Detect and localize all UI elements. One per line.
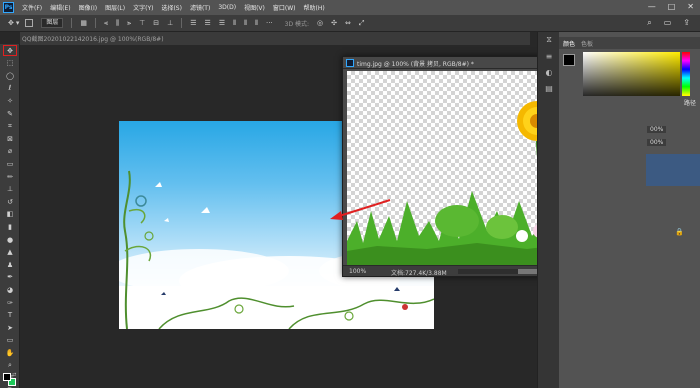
divider [181, 18, 183, 28]
healing-brush-tool-icon[interactable]: ▭ [0, 158, 20, 171]
burn-tool-icon[interactable]: ✒ [0, 271, 20, 284]
menu-type[interactable]: 文字(Y) [133, 3, 153, 12]
magic-wand-tool-icon[interactable]: ✧ [0, 95, 20, 108]
tab-color[interactable]: 颜色 [563, 39, 575, 48]
move-tool-icon[interactable]: ✥ [3, 45, 17, 56]
align-right-icon[interactable]: ⫸ [127, 19, 131, 28]
menu-edit[interactable]: 编辑(E) [50, 3, 70, 12]
pen-tool-icon[interactable]: ✑ [0, 296, 20, 309]
adjustments-panel-icon[interactable]: ◐ [538, 64, 560, 80]
layers-panel-header: 路径 [559, 96, 700, 118]
file-size-info[interactable]: 文档:727.4K/3.88M [391, 268, 447, 277]
transform-controls-icon[interactable]: ▦ [80, 19, 87, 27]
menu-file[interactable]: 文件(F) [22, 3, 42, 12]
menu-window[interactable]: 窗口(W) [273, 3, 296, 12]
rectangle-tool-icon[interactable]: ▭ [0, 334, 20, 347]
zoom-tool-icon[interactable]: ⌕ [0, 359, 20, 372]
gradient-tool-icon[interactable]: ▮ [0, 221, 20, 234]
menu-help[interactable]: 帮助(H) [304, 3, 325, 12]
workspace-icon[interactable]: ▭ [664, 18, 672, 28]
move-icon[interactable]: ✥ [8, 19, 14, 27]
align-middle-icon[interactable]: ⊟ [153, 19, 159, 27]
zoom-level[interactable]: 100% [349, 268, 366, 275]
maximize-button[interactable]: □ [668, 2, 676, 11]
properties-panel-icon[interactable]: ≡ [538, 48, 560, 64]
options-bar: ✥ ▾ 图层 ▦ ⫷ ⫼ ⫸ ⊤ ⊟ ⊥ ☰ ☰ ☰ ⫴ ⫴ ⫴ ··· 3D … [0, 15, 700, 32]
distribute-top-icon[interactable]: ☰ [190, 19, 196, 27]
artboard-tool-icon[interactable]: ⬚ [0, 57, 20, 70]
dodge-tool-icon[interactable]: ♟ [0, 259, 20, 272]
history-panel-icon[interactable]: ⧖ [538, 32, 560, 48]
tab-swatches[interactable]: 色板 [581, 39, 593, 48]
color-foreground-box[interactable] [563, 54, 575, 66]
3d-orbit-icon[interactable]: ◎ [317, 19, 323, 27]
3d-slide-icon[interactable]: ⇔ [345, 19, 351, 27]
clone-stamp-tool-icon[interactable]: ⊥ [0, 183, 20, 196]
path-selection-tool-icon[interactable]: ➤ [0, 321, 20, 334]
close-button[interactable]: ✕ [687, 2, 694, 11]
frame-tool-icon[interactable]: ⊠ [0, 133, 20, 146]
selected-layer-row[interactable] [646, 154, 700, 186]
3d-mode-label: 3D 模式: [284, 20, 310, 28]
ellipse-marquee-tool-icon[interactable]: ◯ [0, 70, 20, 83]
dropdown-arrow-icon[interactable]: ▾ [16, 19, 20, 27]
auto-select-checkbox[interactable] [25, 19, 34, 27]
divider [95, 18, 97, 28]
distribute-left-icon[interactable]: ⫴ [233, 19, 236, 28]
menu-image[interactable]: 图像(I) [79, 3, 97, 12]
sponge-tool-icon[interactable]: ◕ [0, 284, 20, 297]
fill-field[interactable]: 00% [647, 139, 667, 146]
blur-tool-icon[interactable]: ● [0, 233, 20, 246]
auto-select-dropdown[interactable]: 图层 [41, 18, 64, 28]
collapsed-panel-strip: ⧖ ≡ ◐ ▤ [537, 32, 559, 388]
right-panel-group: 颜色 色板 路径 00% 00% 🔒 [559, 32, 700, 388]
color-panel-tabs: 颜色 色板 [559, 37, 700, 49]
distribute-right-icon[interactable]: ⫴ [255, 19, 258, 28]
quick-selection-tool-icon[interactable]: ✎ [0, 107, 20, 120]
search-icon[interactable]: ⌕ [647, 18, 651, 28]
tools-panel: ✥ ⬚ ◯ ℓ ✧ ✎ ⌗ ⊠ ⌀ ▭ ✏ ⊥ ↺ ◧ ▮ ● ▲ ♟ ✒ ◕ … [0, 44, 20, 388]
options-right-icons: ⌕ ▭ ⇪ [647, 18, 690, 28]
document-tab-bar: QQ截图20201022142016.jpg @ 100%(RGB/8#) [20, 32, 530, 45]
align-left-icon[interactable]: ⫷ [104, 19, 108, 28]
crop-tool-icon[interactable]: ⌗ [0, 120, 20, 133]
foreground-color-swatch[interactable] [3, 373, 11, 381]
lock-icon: 🔒 [675, 228, 684, 236]
divider [71, 18, 73, 28]
menu-bar: Ps 文件(F) 编辑(E) 图像(I) 图层(L) 文字(Y) 选择(S) 滤… [0, 0, 700, 15]
brush-tool-icon[interactable]: ✏ [0, 170, 20, 183]
menu-view[interactable]: 视图(V) [244, 3, 265, 12]
distribute-middle-icon[interactable]: ☰ [205, 19, 211, 27]
distribute-bottom-icon[interactable]: ☰ [219, 19, 225, 27]
tab-paths[interactable]: 路径 [684, 98, 696, 107]
eyedropper-tool-icon[interactable]: ⌀ [0, 145, 20, 158]
lasso-tool-icon[interactable]: ℓ [0, 82, 20, 95]
window-controls: — □ ✕ [648, 2, 694, 11]
align-center-icon[interactable]: ⫼ [116, 19, 119, 28]
share-icon[interactable]: ⇪ [683, 18, 690, 28]
libraries-panel-icon[interactable]: ▤ [538, 80, 560, 96]
align-top-icon[interactable]: ⊤ [139, 19, 145, 27]
photoshop-doc-icon [346, 59, 354, 67]
menu-filter[interactable]: 滤镜(T) [190, 3, 210, 12]
document-tab[interactable]: QQ截图20201022142016.jpg @ 100%(RGB/8#) [22, 34, 164, 43]
3d-pan-icon[interactable]: ✣ [331, 19, 337, 27]
menu-3d[interactable]: 3D(D) [218, 4, 236, 11]
eraser-tool-icon[interactable]: ◧ [0, 208, 20, 221]
minimize-button[interactable]: — [648, 2, 656, 11]
history-brush-tool-icon[interactable]: ↺ [0, 196, 20, 209]
document-window-title: timg.jpg @ 100% (背景 拷贝, RGB/8#) * [357, 61, 474, 68]
distribute-center-icon[interactable]: ⫴ [244, 19, 247, 28]
menu-select[interactable]: 选择(S) [161, 3, 182, 12]
menu-layer[interactable]: 图层(L) [105, 3, 125, 12]
3d-scale-icon[interactable]: ⤢ [359, 19, 365, 28]
photoshop-logo-icon[interactable]: Ps [3, 2, 14, 13]
more-options-icon[interactable]: ··· [266, 19, 273, 27]
type-tool-icon[interactable]: T [0, 309, 20, 322]
hand-tool-icon[interactable]: ✋ [0, 347, 20, 360]
opacity-field[interactable]: 00% [647, 126, 667, 133]
sharpen-tool-icon[interactable]: ▲ [0, 246, 20, 259]
align-bottom-icon[interactable]: ⊥ [167, 19, 173, 27]
